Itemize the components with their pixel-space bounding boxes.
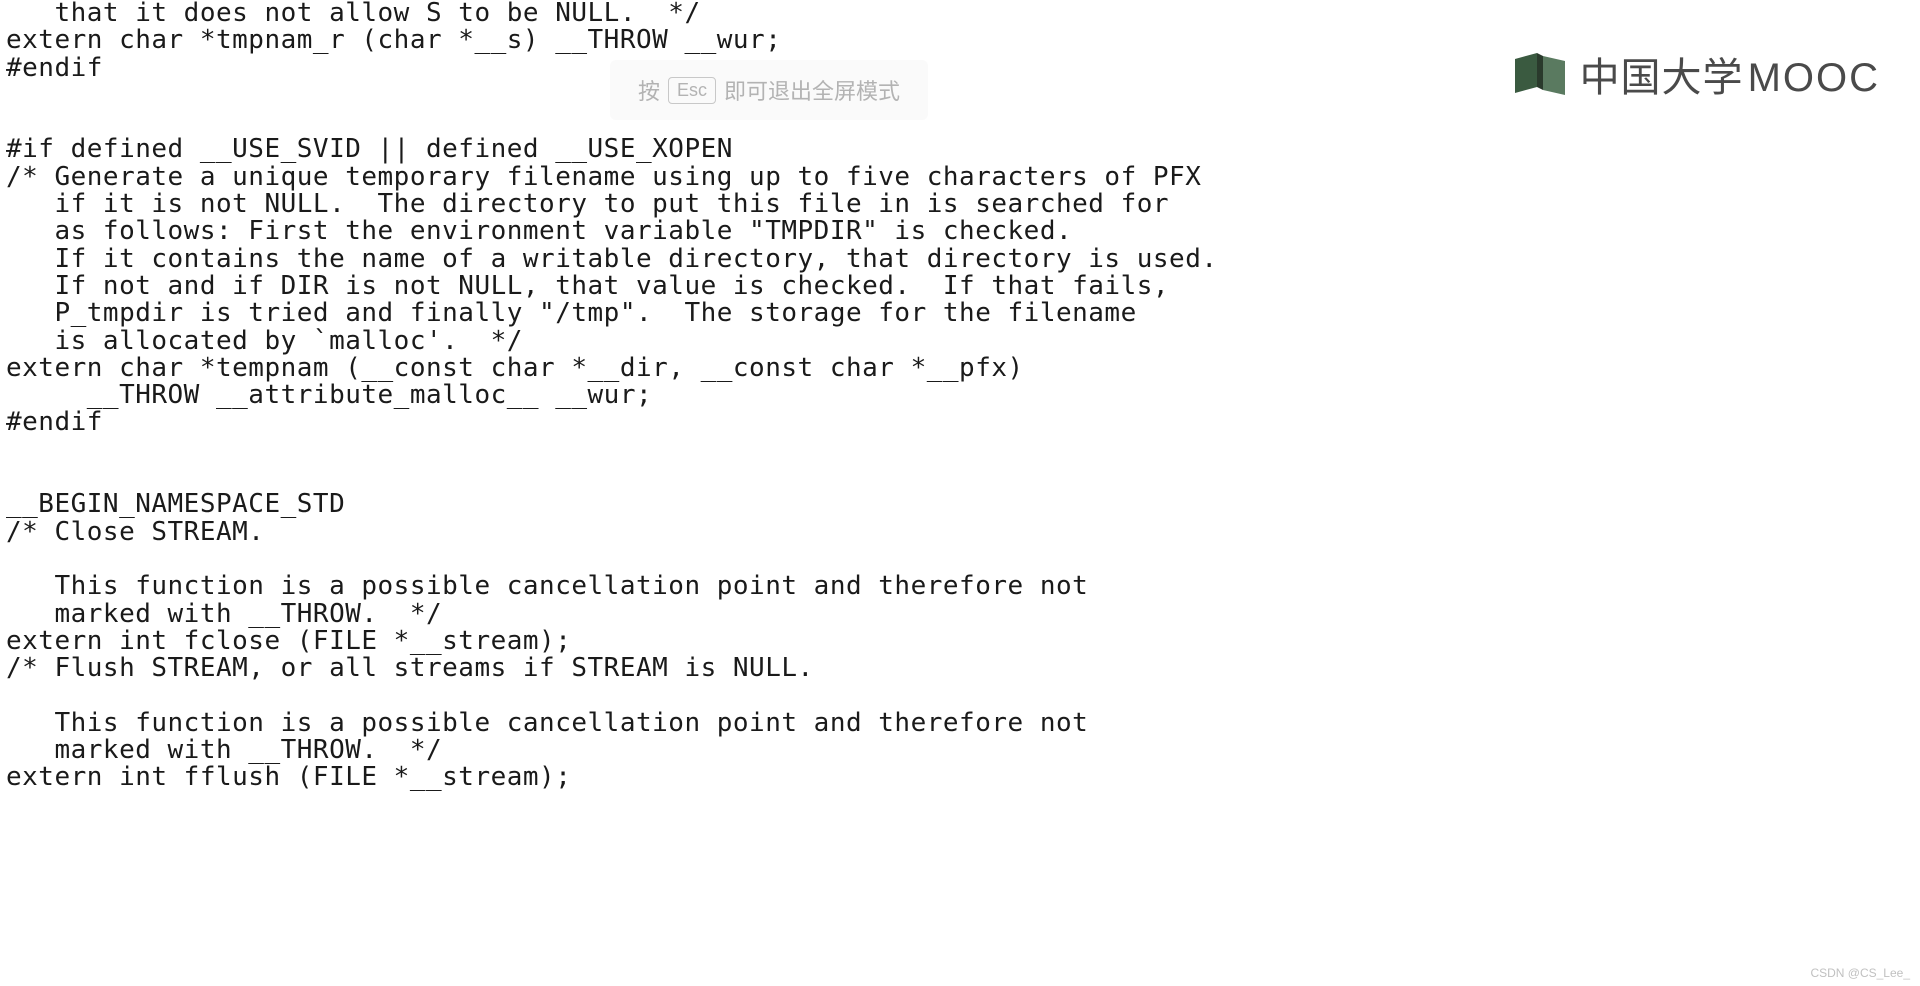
esc-keycap: Esc — [668, 77, 716, 104]
hint-suffix: 即可退出全屏模式 — [724, 74, 900, 106]
logo-text: 中国大学 MOOC — [1580, 45, 1880, 103]
csdn-watermark: CSDN @CS_Lee_ — [1810, 966, 1910, 980]
hint-prefix: 按 — [638, 74, 660, 106]
code-content: that it does not allow S to be NULL. */ … — [0, 0, 1920, 792]
book-icon — [1515, 53, 1570, 95]
fullscreen-exit-hint: 按 Esc 即可退出全屏模式 — [610, 60, 928, 120]
mooc-logo: 中国大学 MOOC — [1515, 45, 1880, 103]
logo-text-en: MOOC — [1748, 56, 1880, 101]
logo-text-cn: 中国大学 — [1580, 45, 1744, 103]
